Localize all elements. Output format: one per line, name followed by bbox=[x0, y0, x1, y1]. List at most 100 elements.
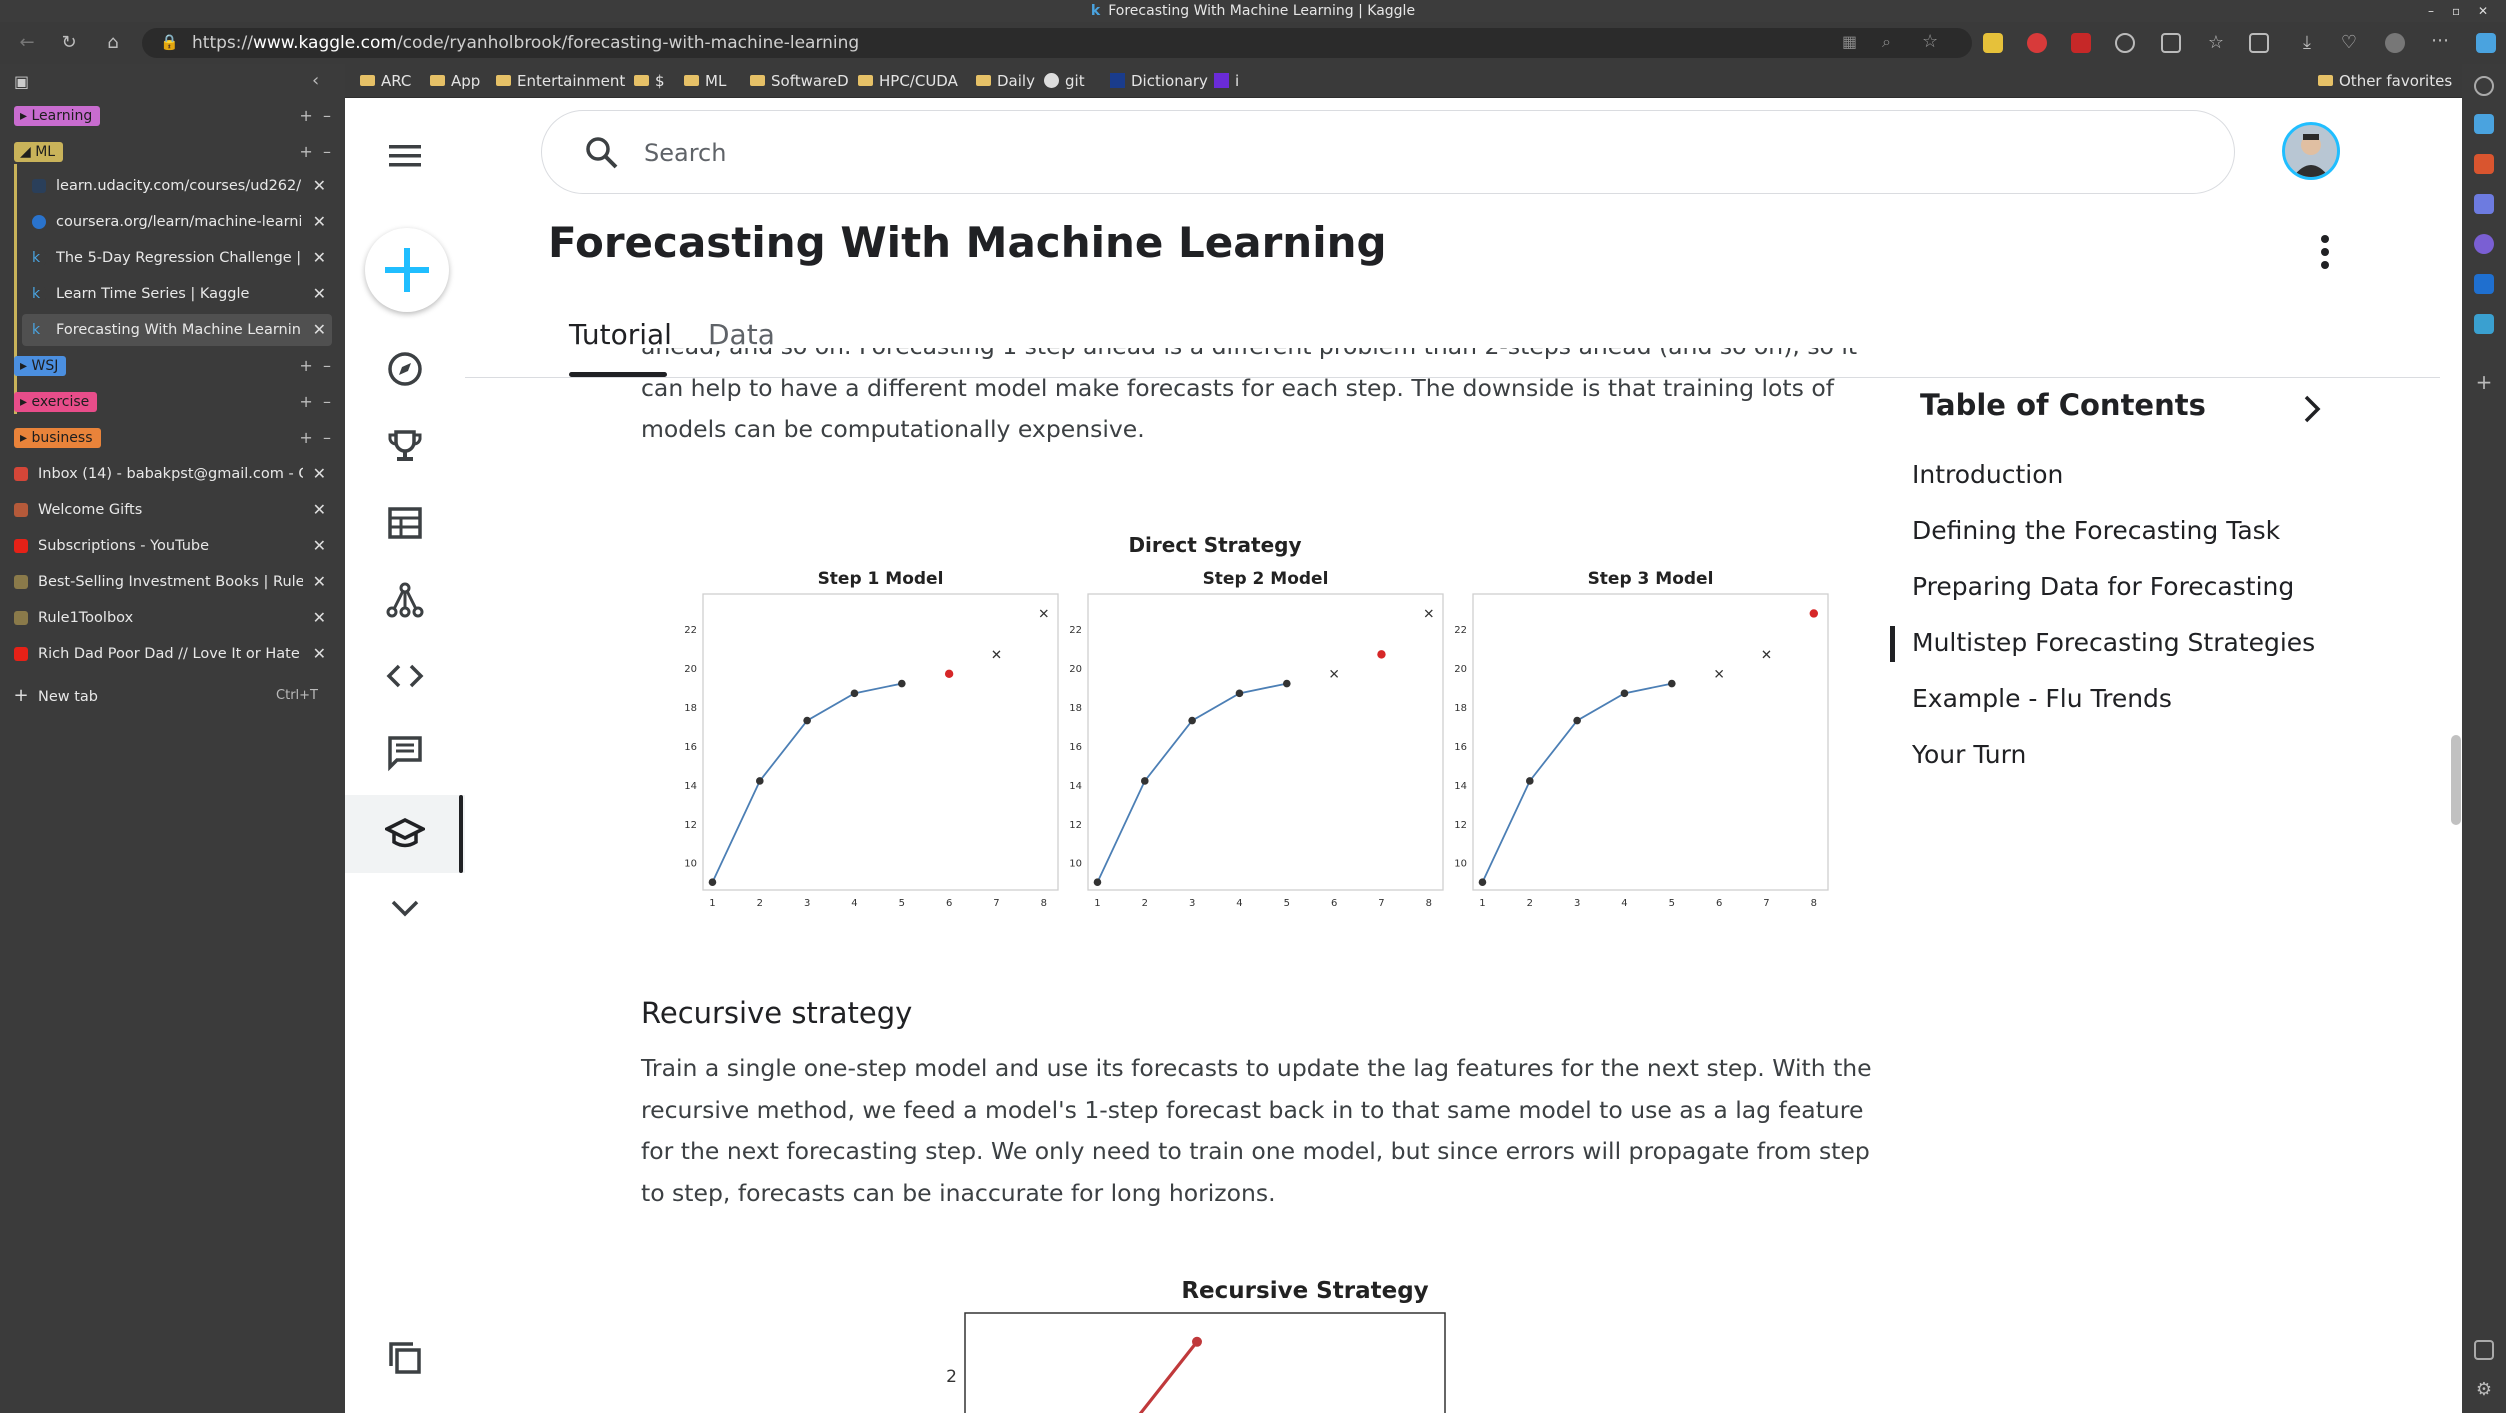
bookmark-hpc-cuda[interactable]: HPC/CUDA bbox=[858, 70, 958, 92]
toc-item-multistep-strategies[interactable]: Multistep Forecasting Strategies bbox=[1912, 628, 2315, 657]
tab-regression-challenge[interactable]: k The 5-Day Regression Challenge | Kag ✕ bbox=[22, 242, 332, 274]
group-add-close[interactable]: + – bbox=[299, 142, 331, 161]
url-text[interactable]: https://www.kaggle.com/code/ryanholbrook… bbox=[192, 28, 859, 58]
home-icon[interactable]: ⌂ bbox=[100, 30, 126, 56]
add-sidebar-icon[interactable]: + bbox=[2474, 372, 2494, 392]
hide-sidebar-icon[interactable] bbox=[2474, 1340, 2494, 1360]
minimize-icon[interactable]: – bbox=[2428, 0, 2434, 22]
adblock-icon[interactable] bbox=[2071, 33, 2091, 53]
office-icon[interactable] bbox=[2474, 234, 2494, 254]
reload-icon[interactable]: ↻ bbox=[56, 30, 82, 56]
maximize-icon[interactable]: ▫ bbox=[2452, 0, 2460, 22]
close-tab-icon[interactable]: ✕ bbox=[313, 206, 326, 238]
code-icon[interactable] bbox=[385, 656, 425, 696]
toc-item-preparing-data[interactable]: Preparing Data for Forecasting bbox=[1912, 572, 2294, 601]
favorite-star-icon[interactable]: ☆ bbox=[1922, 31, 1938, 52]
close-tab-icon[interactable]: ✕ bbox=[313, 242, 326, 274]
copy-icon[interactable] bbox=[385, 1338, 425, 1378]
compass-icon[interactable] bbox=[385, 349, 425, 389]
more-options-icon[interactable] bbox=[2315, 234, 2335, 270]
collections-icon[interactable] bbox=[2249, 33, 2269, 53]
group-add-close[interactable]: + – bbox=[299, 106, 331, 125]
address-bar[interactable]: 🔒 https://www.kaggle.com/code/ryanholbro… bbox=[142, 28, 1972, 58]
tab-group-ml[interactable]: ◢ ML bbox=[14, 142, 64, 162]
avatar[interactable] bbox=[2282, 122, 2340, 180]
tab-rich-dad[interactable]: Rich Dad Poor Dad // Love It or Hate It?… bbox=[4, 638, 332, 670]
tab-data[interactable]: Data bbox=[708, 318, 775, 351]
bookmark-daily[interactable]: Daily bbox=[976, 70, 1035, 92]
tab-group-wsj[interactable]: ▸ WSJ bbox=[14, 356, 67, 376]
reader-view-icon[interactable]: ▦ bbox=[1842, 32, 1857, 51]
copilot-icon[interactable] bbox=[2476, 33, 2496, 53]
close-tab-icon[interactable]: ✕ bbox=[313, 458, 326, 490]
profile-icon[interactable] bbox=[2385, 33, 2405, 53]
toc-item-defining-task[interactable]: Defining the Forecasting Task bbox=[1912, 516, 2280, 545]
discussion-icon[interactable] bbox=[385, 732, 425, 772]
toc-item-flu-trends[interactable]: Example - Flu Trends bbox=[1912, 684, 2172, 713]
bookmark-entertainment[interactable]: Entertainment bbox=[496, 70, 625, 92]
tab-rule1-books[interactable]: Best-Selling Investment Books | Rule # ✕ bbox=[4, 566, 332, 598]
bookmark-git[interactable]: git bbox=[1044, 70, 1085, 92]
extension-red-icon[interactable] bbox=[2027, 33, 2047, 53]
bookmark-other-favorites[interactable]: Other favorites bbox=[2318, 70, 2452, 92]
settings-gear-icon[interactable]: ⚙ bbox=[2474, 1380, 2494, 1400]
tab-actions-icon[interactable]: ▣ bbox=[14, 72, 29, 91]
bookmark-softwared[interactable]: SoftwareD bbox=[750, 70, 849, 92]
split-screen-icon[interactable] bbox=[2161, 33, 2181, 53]
bookmark-i[interactable]: i bbox=[1214, 70, 1239, 92]
toc-item-introduction[interactable]: Introduction bbox=[1912, 460, 2063, 489]
tab-coursera[interactable]: coursera.org/learn/machine-learnin ✕ bbox=[22, 206, 332, 238]
back-icon[interactable]: ← bbox=[14, 30, 40, 56]
close-tab-icon[interactable]: ✕ bbox=[313, 314, 326, 346]
table-icon[interactable] bbox=[385, 503, 425, 543]
create-button[interactable] bbox=[365, 228, 449, 312]
chevron-right-icon[interactable] bbox=[2300, 392, 2324, 426]
tab-group-business[interactable]: ▸ business bbox=[14, 428, 101, 448]
zoom-icon[interactable]: ⌕ bbox=[1882, 32, 1891, 52]
close-tab-icon[interactable]: ✕ bbox=[313, 530, 326, 562]
more-menu-icon[interactable]: ⋯ bbox=[2427, 28, 2453, 54]
group-add-close[interactable]: + – bbox=[299, 356, 331, 375]
close-tab-icon[interactable]: ✕ bbox=[313, 278, 326, 310]
close-tab-icon[interactable]: ✕ bbox=[313, 494, 326, 526]
bookmark-dictionary[interactable]: Dictionary bbox=[1110, 70, 1208, 92]
tab-tutorial[interactable]: Tutorial bbox=[569, 318, 672, 351]
search-input[interactable]: Search bbox=[644, 111, 726, 195]
bookmark-app[interactable]: App bbox=[430, 70, 480, 92]
lock-icon[interactable]: 🔒 bbox=[160, 33, 179, 51]
trophy-icon[interactable] bbox=[385, 426, 425, 466]
games-icon[interactable] bbox=[2474, 194, 2494, 214]
search-sidebar-icon[interactable] bbox=[2474, 76, 2494, 96]
downloads-icon[interactable]: ⤓ bbox=[2294, 30, 2320, 56]
bookmark-dollar[interactable]: $ bbox=[634, 70, 665, 92]
collapse-panel-icon[interactable]: ‹ bbox=[312, 70, 319, 91]
bookmark-ml[interactable]: ML bbox=[684, 70, 726, 92]
toc-item-your-turn[interactable]: Your Turn bbox=[1912, 740, 2026, 769]
close-window-icon[interactable]: ✕ bbox=[2478, 0, 2488, 22]
tab-rule1-toolbox[interactable]: Rule1Toolbox ✕ bbox=[4, 602, 332, 634]
heart-icon[interactable]: ♡ bbox=[2336, 30, 2362, 56]
close-tab-icon[interactable]: ✕ bbox=[313, 566, 326, 598]
shopping-icon[interactable] bbox=[2474, 114, 2494, 134]
extension-notes-icon[interactable] bbox=[1983, 33, 2003, 53]
new-tab-button[interactable]: + New tab Ctrl+T bbox=[4, 680, 332, 712]
group-add-close[interactable]: + – bbox=[299, 428, 331, 447]
close-tab-icon[interactable]: ✕ bbox=[313, 170, 326, 202]
tab-group-learning[interactable]: ▸ Learning bbox=[14, 106, 101, 126]
close-tab-icon[interactable]: ✕ bbox=[313, 638, 326, 670]
extension-gear-icon[interactable] bbox=[2115, 33, 2135, 53]
tab-learn-time-series[interactable]: k Learn Time Series | Kaggle ✕ bbox=[22, 278, 332, 310]
group-add-close[interactable]: + – bbox=[299, 392, 331, 411]
send-icon[interactable] bbox=[2474, 314, 2494, 334]
favorites-icon[interactable]: ☆ bbox=[2203, 30, 2229, 56]
bookmark-arc[interactable]: ARC bbox=[360, 70, 411, 92]
close-tab-icon[interactable]: ✕ bbox=[313, 602, 326, 634]
learn-cap-icon[interactable] bbox=[383, 813, 427, 853]
tab-group-exercise[interactable]: ▸ exercise bbox=[14, 392, 98, 412]
hamburger-menu-icon[interactable] bbox=[385, 136, 425, 176]
tab-youtube[interactable]: Subscriptions - YouTube ✕ bbox=[4, 530, 332, 562]
tab-forecasting-active[interactable]: k Forecasting With Machine Learning ✕ bbox=[22, 314, 332, 346]
tab-welcome-gifts[interactable]: Welcome Gifts ✕ bbox=[4, 494, 332, 526]
tab-udacity[interactable]: learn.udacity.com/courses/ud262/le ✕ bbox=[22, 170, 332, 202]
expand-more-icon[interactable] bbox=[385, 888, 425, 928]
